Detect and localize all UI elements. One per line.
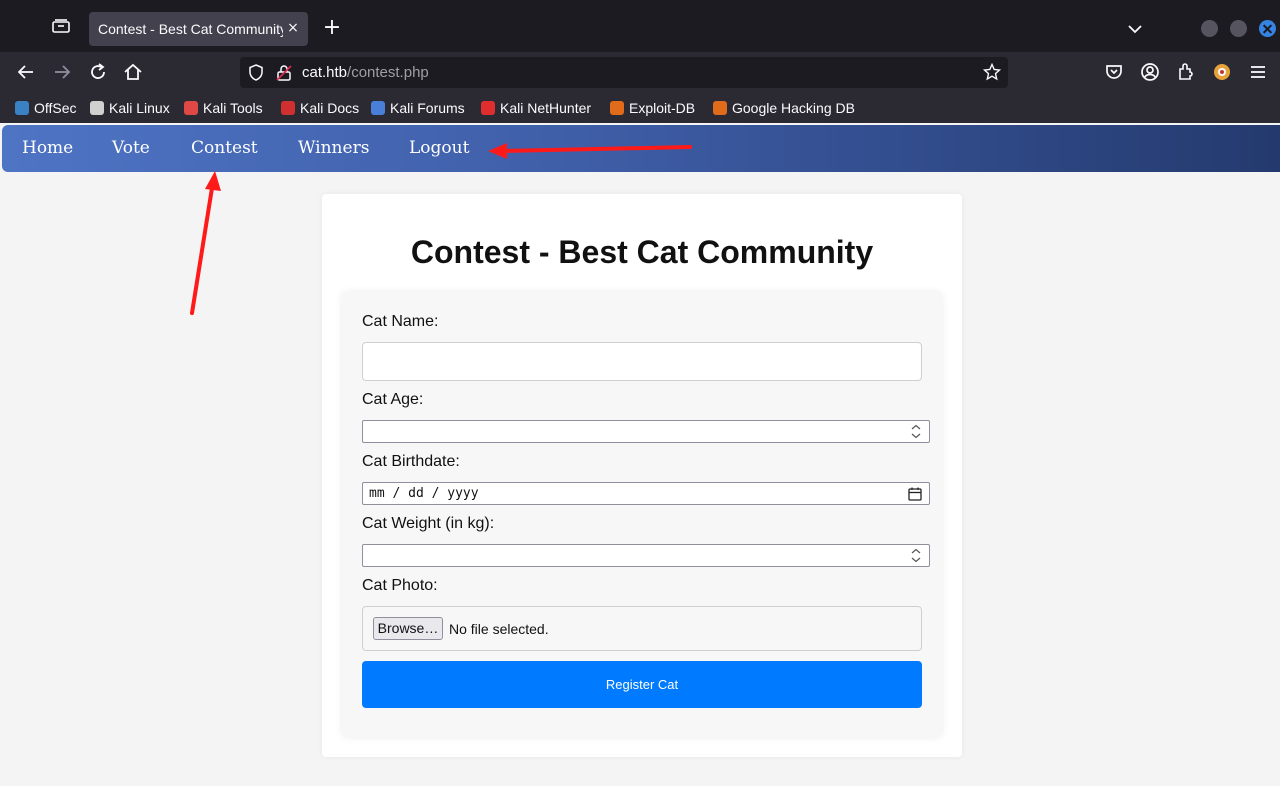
bookmark-label: Google Hacking DB: [732, 100, 855, 116]
bookmark-kali-linux[interactable]: Kali Linux: [90, 99, 170, 117]
insecure-lock-icon[interactable]: [276, 64, 292, 81]
cat-birthdate-label: Cat Birthdate:: [362, 453, 460, 470]
register-cat-button[interactable]: Register Cat: [362, 661, 922, 708]
site-navigation: Home Vote Contest Winners Logout: [2, 125, 1280, 172]
register-cat-form: Cat Name: Cat Age: Cat Birthdate: mm / d…: [342, 292, 942, 737]
shield-icon[interactable]: [248, 64, 264, 81]
close-tab-icon[interactable]: ×: [285, 19, 301, 37]
kali-dragon-icon: [90, 101, 104, 115]
page-title: Contest - Best Cat Community: [410, 234, 874, 270]
bookmark-label: Kali Tools: [203, 100, 263, 116]
bookmark-kali-docs[interactable]: Kali Docs: [281, 99, 359, 117]
bookmark-label: Exploit-DB: [629, 100, 696, 116]
bookmark-kali-forums[interactable]: Kali Forums: [371, 99, 465, 117]
kali-forums-icon: [371, 101, 385, 115]
ghdb-icon: [713, 101, 727, 115]
account-icon[interactable]: [1140, 62, 1160, 82]
chevron-down-icon[interactable]: [1126, 20, 1144, 38]
cat-age-label: Cat Age:: [362, 391, 424, 408]
url-host: cat.htb: [302, 64, 348, 81]
kali-tools-icon: [184, 101, 198, 115]
bookmark-exploit-db[interactable]: Exploit-DB: [610, 99, 695, 117]
bookmark-kali-tools[interactable]: Kali Tools: [184, 99, 263, 117]
bookmark-label: Kali NetHunter: [500, 100, 592, 116]
bookmark-label: OffSec: [34, 100, 77, 116]
url-text[interactable]: cat.htb/contest.php: [302, 64, 429, 81]
nav-contest[interactable]: Contest: [191, 138, 258, 158]
number-spinner-icon[interactable]: [909, 547, 923, 564]
back-icon[interactable]: [16, 62, 36, 82]
bookmark-google-hacking-db[interactable]: Google Hacking DB: [713, 99, 855, 117]
nav-home[interactable]: Home: [22, 138, 73, 158]
close-window-button[interactable]: [1259, 20, 1276, 37]
bookmark-label: Kali Forums: [390, 100, 465, 116]
minimize-window-button[interactable]: [1201, 20, 1218, 37]
bookmark-kali-nethunter[interactable]: Kali NetHunter: [481, 99, 591, 117]
new-tab-icon[interactable]: +: [320, 17, 344, 41]
forward-icon[interactable]: [52, 62, 72, 82]
cat-age-input[interactable]: [362, 420, 930, 443]
cat-weight-label: Cat Weight (in kg):: [362, 515, 495, 532]
cat-name-label: Cat Name:: [362, 313, 439, 330]
pocket-icon[interactable]: [1104, 62, 1124, 82]
nav-vote[interactable]: Vote: [112, 138, 150, 158]
browser-tab-bar: Contest - Best Cat Community × +: [0, 0, 1280, 52]
maximize-window-button[interactable]: [1230, 20, 1247, 37]
contest-card: Contest - Best Cat Community Cat Name: C…: [322, 194, 962, 757]
bookmark-label: Kali Docs: [300, 100, 360, 116]
extension-badge-icon[interactable]: [1212, 62, 1232, 82]
tab-overview-icon[interactable]: [52, 19, 70, 33]
bookmark-star-icon[interactable]: [983, 63, 1001, 81]
bookmarks-toolbar: OffSec Kali Linux Kali Tools Kali Docs Kali …: [0, 92, 1280, 123]
exploit-db-icon: [610, 101, 624, 115]
cat-photo-file-input[interactable]: Browse… No file selected.: [362, 606, 922, 651]
web-page: Home Vote Contest Winners Logout Contest…: [0, 123, 1280, 786]
birthdate-placeholder: mm / dd / yyyy: [369, 486, 479, 501]
browser-tab-title: Contest - Best Cat Community: [98, 21, 283, 37]
nethunter-icon: [481, 101, 495, 115]
url-path: /contest.php: [347, 64, 429, 81]
file-status: No file selected.: [449, 621, 549, 637]
nav-logout[interactable]: Logout: [409, 138, 469, 158]
home-icon[interactable]: [123, 62, 143, 82]
cat-photo-label: Cat Photo:: [362, 577, 438, 594]
nav-winners[interactable]: Winners: [298, 138, 369, 158]
number-spinner-icon[interactable]: [909, 423, 923, 440]
bookmark-label: Kali Linux: [109, 100, 170, 116]
cat-birthdate-input[interactable]: mm / dd / yyyy: [362, 482, 930, 505]
menu-icon[interactable]: [1248, 62, 1268, 82]
bookmark-offsec[interactable]: OffSec: [15, 99, 77, 117]
extensions-icon[interactable]: [1176, 62, 1196, 82]
cat-weight-input[interactable]: [362, 544, 930, 567]
calendar-icon[interactable]: [908, 487, 922, 501]
browser-tab-active[interactable]: Contest - Best Cat Community ×: [89, 12, 308, 46]
browse-button[interactable]: Browse…: [373, 617, 443, 640]
kali-docs-icon: [281, 101, 295, 115]
reload-icon[interactable]: [88, 62, 108, 82]
offsec-icon: [15, 101, 29, 115]
url-bar[interactable]: cat.htb/contest.php: [240, 57, 1008, 88]
cat-name-input[interactable]: [362, 342, 922, 381]
